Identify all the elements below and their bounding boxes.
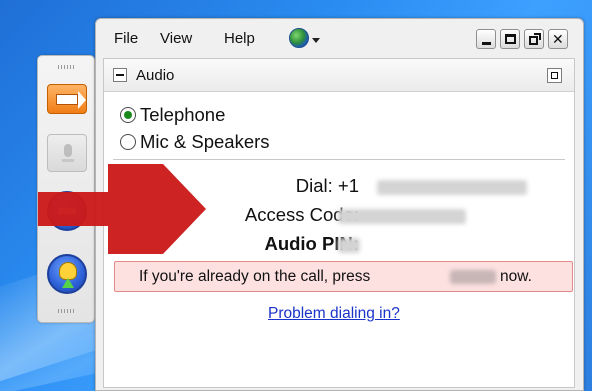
microphone-icon [64,144,72,157]
minus-icon [116,74,124,76]
telephone-label: Telephone [140,104,226,125]
mic-speakers-label: Mic & Speakers [140,131,270,152]
mic-speakers-option[interactable]: Mic & Speakers [120,131,270,153]
close-icon: ✕ [552,32,564,48]
globe-icon[interactable] [289,28,309,48]
mic-speakers-radio[interactable] [120,134,136,150]
menu-help[interactable]: Help [224,30,255,47]
redacted-audio-pin [338,238,360,253]
audio-section-header: Audio [104,59,574,92]
raise-hand-button[interactable] [47,254,87,294]
collapse-button[interactable] [113,68,127,82]
popout-arrow [534,33,541,40]
already-on-call-notice: If you're already on the call, press now… [114,261,573,292]
menu-bar: File View Help ✕ [96,19,583,57]
dial-label: Dial: +1 [295,175,359,196]
menu-view[interactable]: View [160,30,192,47]
grip-handle-top[interactable] [58,65,76,69]
minimize-icon [482,42,491,45]
minimize-button[interactable] [476,29,496,49]
share-arrow-icon [56,91,86,109]
problem-dialing-link[interactable]: Problem dialing in? [268,305,400,323]
annotation-arrow-icon [38,164,206,254]
microphone-stand [62,159,74,162]
share-button[interactable] [47,84,87,114]
maximize-button[interactable] [500,29,520,49]
telephone-option[interactable]: Telephone [120,104,225,126]
close-button[interactable]: ✕ [548,29,568,49]
section-popout-button[interactable] [547,68,562,83]
up-arrow-icon [62,278,74,288]
notice-text: If you're already on the call, press [139,268,371,285]
popout-icon [551,72,558,79]
redacted-phone-number [377,180,527,195]
chevron-down-icon[interactable] [312,38,320,43]
notice-text-suffix: now. [500,268,532,285]
telephone-radio[interactable] [120,107,136,123]
redacted-access-code [338,209,466,224]
grip-handle-bottom[interactable] [58,309,76,313]
redacted-key-sequence [450,270,496,284]
divider [113,159,565,160]
popout-button[interactable] [524,29,544,49]
menu-file[interactable]: File [114,30,138,47]
maximize-icon [505,34,516,44]
section-title: Audio [136,67,175,84]
